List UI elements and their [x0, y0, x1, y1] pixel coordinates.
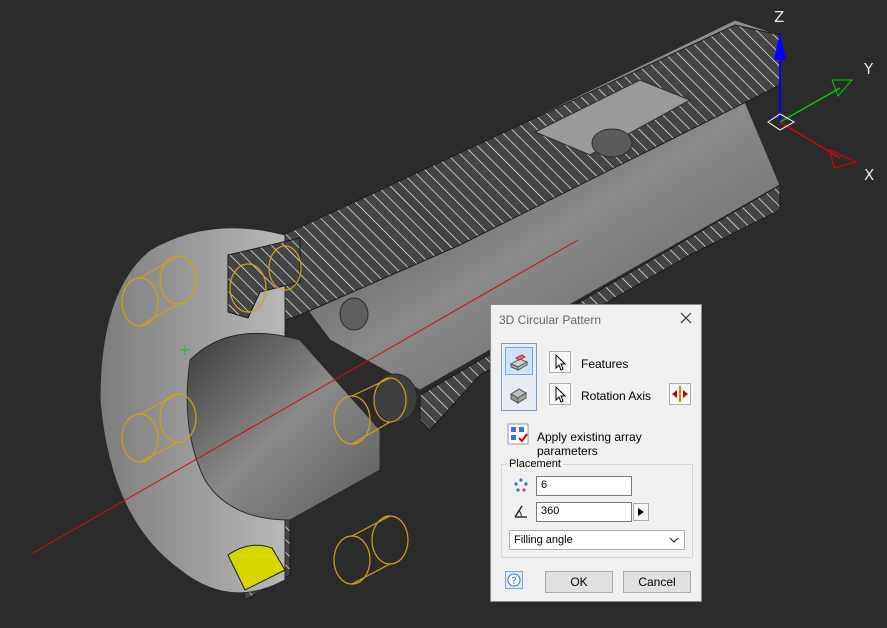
axis-label-y: Y — [864, 60, 874, 78]
axis-label-z: Z — [774, 8, 785, 26]
feature-mode-icon — [509, 354, 529, 371]
angle-icon — [514, 505, 527, 518]
mode-body-button[interactable] — [505, 380, 533, 408]
cursor-arrow-icon — [555, 353, 567, 371]
ok-button[interactable]: OK — [545, 571, 613, 593]
array-parameters-icon — [507, 423, 529, 445]
reverse-direction-button[interactable] — [669, 383, 691, 405]
help-button[interactable]: ? — [505, 571, 523, 589]
body-mode-icon — [510, 388, 527, 404]
rotation-axis-pick-button[interactable] — [549, 383, 571, 405]
circular-pattern-dialog[interactable]: 3D Circular Pattern Features Rotation Ax… — [490, 304, 702, 602]
placement-legend: Placement — [509, 458, 561, 470]
mode-toggle-group — [501, 343, 537, 411]
placement-mode-select[interactable]: Filling angle — [509, 530, 685, 550]
instance-count-icon — [514, 478, 528, 492]
mode-feature-button[interactable] — [505, 347, 533, 375]
instance-count-input[interactable]: 6 — [536, 476, 632, 496]
svg-text:?: ? — [511, 576, 516, 587]
model-viewport[interactable] — [0, 0, 887, 628]
placement-mode-value: Filling angle — [514, 534, 573, 546]
apply-existing-array-button[interactable] — [507, 423, 529, 445]
cancel-button[interactable]: Cancel — [623, 571, 691, 593]
cursor-arrow-icon — [555, 385, 567, 403]
angle-menu-button[interactable] — [633, 503, 649, 521]
chevron-down-icon — [669, 537, 679, 543]
triangle-right-icon — [638, 508, 644, 516]
flip-direction-icon — [672, 386, 688, 402]
angle-input[interactable]: 360 — [536, 502, 632, 522]
apply-existing-array-label[interactable]: Apply existing array parameters — [537, 430, 701, 458]
axis-gizmo[interactable] — [767, 32, 858, 169]
close-icon[interactable] — [679, 311, 693, 325]
rotation-axis-label: Rotation Axis — [581, 389, 652, 403]
axis-label-x: X — [864, 166, 875, 184]
dialog-title: 3D Circular Pattern — [499, 313, 602, 327]
features-pick-button[interactable] — [549, 351, 571, 373]
features-label: Features — [581, 357, 629, 371]
help-icon: ? — [507, 573, 521, 587]
